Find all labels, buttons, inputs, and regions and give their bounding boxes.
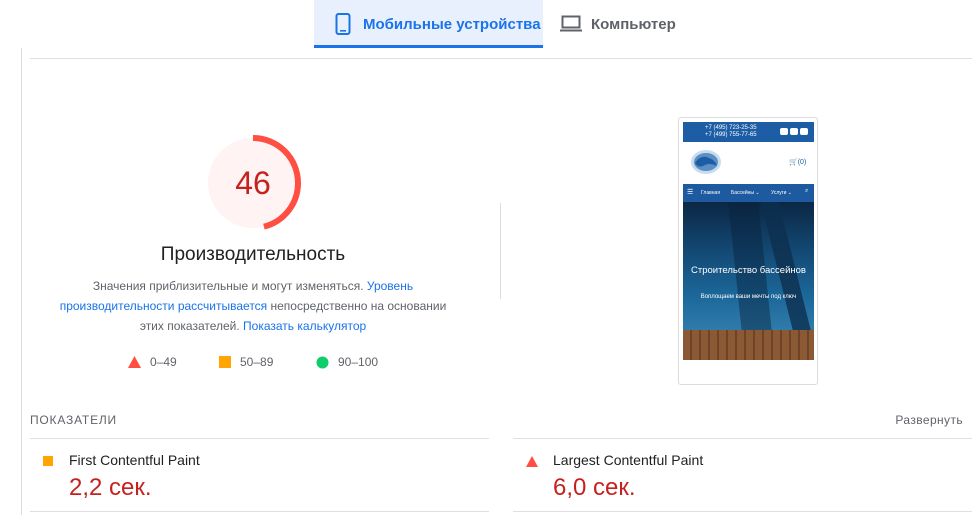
- performance-title: Производительность: [160, 244, 346, 265]
- preview-nav-item: Бассейны ⌄: [731, 190, 760, 196]
- preview-top-bar: +7 (495) 723-25-35 +7 (499) 755-77-65: [683, 122, 814, 142]
- device-tabs: Мобильные устройства Компьютер: [0, 0, 972, 48]
- metrics-divider: [513, 438, 972, 439]
- header-divider: [30, 58, 972, 59]
- circle-green-icon: [316, 356, 329, 369]
- performance-score: 46: [235, 164, 271, 201]
- preview-nav: ☰ Главная Бассейны ⌄ Услуги ⌄ ⌕: [683, 184, 814, 202]
- square-orange-icon: [42, 455, 54, 467]
- triangle-red-icon: [128, 356, 141, 369]
- preview-phones: +7 (495) 723-25-35 +7 (499) 755-77-65: [705, 125, 757, 139]
- youtube-icon: [790, 128, 798, 135]
- show-calculator-link[interactable]: Показать калькулятор: [243, 319, 366, 333]
- metrics-bottom-divider: [30, 511, 489, 512]
- legend-label-fail: 0–49: [150, 355, 177, 369]
- legend-item-fail: 0–49: [128, 355, 177, 369]
- legend-item-pass: 90–100: [316, 355, 378, 369]
- metrics-bottom-divider: [513, 511, 972, 512]
- cart-icon: 🛒: [789, 159, 798, 166]
- tab-mobile[interactable]: Мобильные устройства: [314, 0, 543, 48]
- mobile-page-screenshot: +7 (495) 723-25-35 +7 (499) 755-77-65 🛒(…: [678, 117, 818, 385]
- legend-label-pass: 90–100: [338, 355, 379, 369]
- expand-button[interactable]: Развернуть: [895, 413, 963, 427]
- metrics-header: ПОКАЗАТЕЛИ: [30, 413, 117, 427]
- legend-item-average: 50–89: [218, 355, 273, 369]
- metrics-divider: [30, 438, 489, 439]
- preview-nav-item: Главная: [701, 190, 721, 196]
- preview-cart: 🛒(0): [789, 158, 806, 166]
- preview-wood-deck: [683, 330, 814, 360]
- preview-subheading: Воплощаем ваши мечты под ключ: [700, 294, 797, 300]
- description-text-1: Значения приблизительные и могут изменят…: [92, 279, 367, 293]
- preview-cart-count: (0): [797, 159, 807, 166]
- section-divider: [500, 203, 501, 299]
- menu-icon: ☰: [687, 189, 694, 196]
- preview-heading: Строительство бассейнов: [691, 265, 806, 276]
- preview-social-icons: [780, 128, 808, 135]
- mail-icon: [800, 128, 808, 135]
- preview-hero: Строительство бассейнов Воплощаем ваши м…: [683, 202, 814, 360]
- search-icon: ⌕: [805, 188, 809, 194]
- tab-desktop[interactable]: Компьютер: [558, 0, 718, 48]
- preview-phone-1: +7 (495) 723-25-35: [705, 125, 757, 131]
- preview-phone-2: +7 (499) 755-77-65: [705, 132, 757, 138]
- whatsapp-icon: [780, 128, 788, 135]
- square-orange-icon: [218, 356, 231, 369]
- laptop-icon: [560, 12, 582, 36]
- tab-desktop-label: Компьютер: [591, 15, 676, 33]
- triangle-red-icon: [526, 455, 538, 467]
- metric-value: 6,0 сек.: [553, 474, 636, 501]
- metric-name: Largest Contentful Paint: [553, 452, 704, 468]
- score-description: Значения приблизительные и могут изменят…: [56, 276, 450, 336]
- metric-name: First Contentful Paint: [69, 452, 200, 468]
- tab-mobile-label: Мобильные устройства: [363, 15, 541, 33]
- preview-logo-icon: [691, 150, 721, 174]
- metric-value: 2,2 сек.: [69, 474, 152, 501]
- legend-label-average: 50–89: [240, 355, 274, 369]
- smartphone-icon: [332, 12, 354, 36]
- left-divider: [21, 48, 22, 515]
- preview-nav-item: Услуги ⌄: [771, 190, 792, 196]
